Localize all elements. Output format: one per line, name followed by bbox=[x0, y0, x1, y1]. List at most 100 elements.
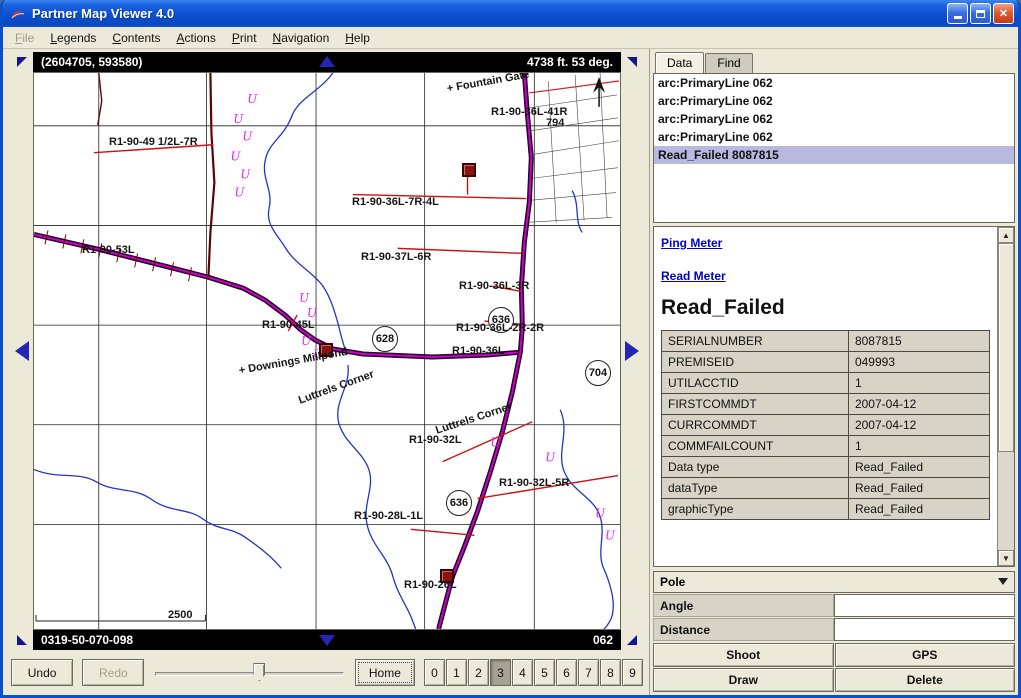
shoot-button[interactable]: Shoot bbox=[653, 643, 834, 667]
map-label: R1-90-45L bbox=[262, 319, 315, 331]
pole-dropdown-value: Pole bbox=[660, 575, 685, 589]
attr-key: UTILACCTID bbox=[662, 373, 849, 394]
distance-row: Distance bbox=[653, 618, 1015, 641]
table-row: CURRCOMMDT2007-04-12 bbox=[662, 415, 990, 436]
pole-circle[interactable]: 628 bbox=[372, 326, 398, 352]
attribute-table: SERIALNUMBER8087815 PREMISEID049993 UTIL… bbox=[661, 330, 990, 520]
distance-label: Distance bbox=[653, 618, 834, 641]
close-button[interactable]: ✕ bbox=[993, 3, 1014, 24]
list-item-selected[interactable]: Read_Failed 8087815 bbox=[654, 146, 1014, 164]
distance-input[interactable] bbox=[834, 618, 1015, 641]
page-button-2[interactable]: 2 bbox=[468, 659, 489, 686]
page-button-6[interactable]: 6 bbox=[556, 659, 577, 686]
menu-file: File bbox=[7, 28, 42, 48]
map-label: R1-90-36L-7R-4L bbox=[352, 196, 439, 208]
page-button-0[interactable]: 0 bbox=[424, 659, 445, 686]
pan-southeast-button[interactable] bbox=[621, 630, 643, 650]
data-panel: Data Find arc:PrimaryLine 062 arc:Primar… bbox=[649, 49, 1018, 695]
read-meter-link[interactable]: Read Meter bbox=[661, 269, 726, 283]
list-item[interactable]: arc:PrimaryLine 062 bbox=[654, 128, 1014, 146]
map-sheet-id: 0319-50-070-098 bbox=[41, 633, 133, 647]
angle-input[interactable] bbox=[834, 594, 1015, 617]
attr-key: SERIALNUMBER bbox=[662, 331, 849, 352]
menu-help[interactable]: Help bbox=[337, 28, 378, 48]
page-button-1[interactable]: 1 bbox=[446, 659, 467, 686]
page-button-9[interactable]: 9 bbox=[622, 659, 643, 686]
svg-text:U: U bbox=[242, 130, 253, 144]
map-canvas[interactable]: UUU UUU UUU UUU UU 636 628 704 bbox=[33, 72, 621, 630]
menu-bar: File Legends Contents Actions Print Navi… bbox=[3, 27, 1018, 49]
map-label: R1-90-53L bbox=[82, 244, 135, 256]
pan-up-icon[interactable] bbox=[319, 56, 335, 67]
table-row: UTILACCTID1 bbox=[662, 373, 990, 394]
pan-right-icon bbox=[625, 341, 639, 361]
svg-text:U: U bbox=[595, 506, 606, 520]
scrollbar-track[interactable] bbox=[998, 243, 1014, 550]
redo-button[interactable]: Redo bbox=[82, 659, 144, 686]
scrollbar-thumb[interactable] bbox=[998, 243, 1014, 452]
menu-print[interactable]: Print bbox=[224, 28, 265, 48]
svg-text:U: U bbox=[230, 150, 241, 164]
pan-left-button[interactable] bbox=[11, 72, 33, 630]
window-title: Partner Map Viewer 4.0 bbox=[32, 6, 947, 21]
map-label: R1-90-49 1/2L-7R bbox=[109, 136, 198, 148]
scroll-up-icon[interactable]: ▲ bbox=[998, 227, 1014, 243]
zoom-slider-thumb[interactable] bbox=[253, 663, 265, 682]
pole-circle[interactable]: 704 bbox=[585, 360, 611, 386]
list-item[interactable]: arc:PrimaryLine 062 bbox=[654, 110, 1014, 128]
table-row: COMMFAILCOUNT1 bbox=[662, 436, 990, 457]
menu-navigation[interactable]: Navigation bbox=[265, 28, 338, 48]
page-button-3[interactable]: 3 bbox=[490, 659, 511, 686]
pole-circle[interactable]: 636 bbox=[446, 490, 472, 516]
page-button-5[interactable]: 5 bbox=[534, 659, 555, 686]
title-bar[interactable]: Partner Map Viewer 4.0 ✕ bbox=[3, 0, 1018, 27]
page-button-7[interactable]: 7 bbox=[578, 659, 599, 686]
menu-actions[interactable]: Actions bbox=[168, 28, 223, 48]
list-item[interactable]: arc:PrimaryLine 062 bbox=[654, 74, 1014, 92]
attr-key: graphicType bbox=[662, 499, 849, 520]
map-label: 794 bbox=[546, 117, 564, 129]
chevron-down-icon bbox=[998, 578, 1008, 585]
svg-text:U: U bbox=[240, 168, 251, 182]
minimize-button[interactable] bbox=[947, 3, 968, 24]
zoom-slider[interactable] bbox=[153, 661, 345, 685]
pan-right-button[interactable] bbox=[621, 72, 643, 630]
maximize-button[interactable] bbox=[970, 3, 991, 24]
undo-button[interactable]: Undo bbox=[11, 659, 73, 686]
gps-button[interactable]: GPS bbox=[835, 643, 1016, 667]
table-row: dataTypeRead_Failed bbox=[662, 478, 990, 499]
action-buttons: Shoot GPS Draw Delete bbox=[653, 643, 1015, 692]
list-item[interactable]: arc:PrimaryLine 062 bbox=[654, 92, 1014, 110]
pan-southwest-icon bbox=[17, 635, 27, 645]
menu-contents[interactable]: Contents bbox=[104, 28, 168, 48]
attr-key: COMMFAILCOUNT bbox=[662, 436, 849, 457]
restore-icon bbox=[976, 10, 985, 18]
map-label: R1-90-36L bbox=[452, 345, 505, 357]
tab-data[interactable]: Data bbox=[655, 52, 704, 73]
app-window: Partner Map Viewer 4.0 ✕ File Legends Co… bbox=[0, 0, 1021, 698]
home-button[interactable]: Home bbox=[355, 659, 415, 686]
ping-meter-link[interactable]: Ping Meter bbox=[661, 236, 722, 250]
delete-button[interactable]: Delete bbox=[835, 668, 1016, 692]
svg-text:U: U bbox=[247, 92, 258, 106]
pan-down-icon[interactable] bbox=[319, 635, 335, 646]
pole-dropdown[interactable]: Pole bbox=[653, 571, 1015, 593]
detail-scrollbar[interactable]: ▲ ▼ bbox=[997, 227, 1014, 566]
svg-text:U: U bbox=[299, 291, 310, 305]
scroll-down-icon[interactable]: ▼ bbox=[998, 550, 1014, 566]
attr-key: CURRCOMMDT bbox=[662, 415, 849, 436]
meter-icon[interactable] bbox=[462, 163, 476, 177]
pan-northeast-button[interactable] bbox=[621, 52, 643, 72]
attr-value: 8087815 bbox=[848, 331, 989, 352]
minimize-icon bbox=[954, 16, 962, 19]
menu-legends[interactable]: Legends bbox=[42, 28, 104, 48]
pan-southwest-button[interactable] bbox=[11, 630, 33, 650]
tab-find[interactable]: Find bbox=[705, 53, 752, 73]
draw-button[interactable]: Draw bbox=[653, 668, 834, 692]
pan-northwest-button[interactable] bbox=[11, 52, 33, 72]
svg-text:U: U bbox=[233, 112, 244, 126]
svg-text:U: U bbox=[545, 451, 556, 465]
attr-value: 049993 bbox=[848, 352, 989, 373]
page-button-8[interactable]: 8 bbox=[600, 659, 621, 686]
page-button-4[interactable]: 4 bbox=[512, 659, 533, 686]
